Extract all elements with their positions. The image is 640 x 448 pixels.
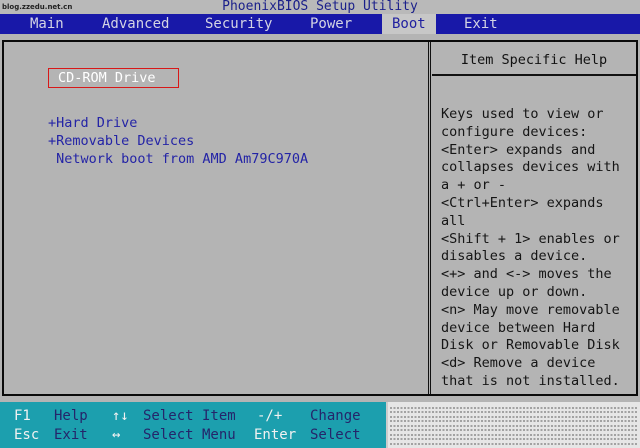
help-line: <+> and <-> moves the (441, 266, 612, 283)
boot-item-removable-devices[interactable]: +Removable Devices (48, 132, 194, 150)
panel-divider (428, 42, 431, 394)
help-line: <Enter> expands and (441, 141, 596, 158)
key-legend-footer: F1 Help ↑↓ Select Item -/+ Change Esc Ex… (0, 402, 640, 448)
help-line: that is not installed. (441, 372, 620, 389)
main-panel: CD-ROM Drive +Hard Drive +Removable Devi… (2, 40, 638, 396)
help-header: Item Specific Help (432, 42, 636, 76)
plusminus-desc: Change (310, 408, 361, 424)
help-line: <d> Remove a device (441, 355, 596, 372)
help-line: device up or down. (441, 283, 588, 300)
help-line: Keys used to view or (441, 106, 604, 122)
menu-bar: Main Advanced Security Power Boot Exit (0, 14, 640, 34)
menu-main[interactable]: Main (22, 14, 70, 34)
help-line: <Shift + 1> enables or (441, 230, 620, 247)
help-line: a + or - (441, 177, 507, 194)
watermark: blog.zzedu.net.cn (2, 3, 73, 11)
menu-security[interactable]: Security (197, 14, 281, 34)
leftright-desc: Select Menu (143, 427, 236, 443)
menu-boot[interactable]: Boot (382, 14, 436, 34)
menu-power[interactable]: Power (304, 14, 364, 34)
esc-desc: Exit (54, 427, 88, 443)
boot-item-network[interactable]: Network boot from AMD Am79C970A (48, 150, 308, 168)
help-line: configure devices: (441, 123, 588, 140)
enter-desc: Select (310, 427, 361, 443)
title-text: PhoenixBIOS Setup Utility (222, 0, 418, 14)
updown-desc: Select Item (143, 408, 236, 424)
boot-item-cdrom[interactable]: CD-ROM Drive (48, 68, 179, 88)
updown-arrows-icon: ↑↓ (112, 408, 129, 424)
garbled-text-pane (386, 402, 640, 448)
menu-advanced[interactable]: Advanced (96, 14, 176, 34)
leftright-arrows-icon: ↔ (112, 427, 121, 443)
help-line: <Ctrl+Enter> expands (441, 194, 604, 211)
esc-key: Esc (14, 427, 40, 443)
help-line: disables a device. (441, 248, 588, 265)
boot-item-hard-drive[interactable]: +Hard Drive (48, 114, 137, 132)
window-title: PhoenixBIOS Setup Utility (0, 0, 640, 14)
f1-key: F1 (14, 408, 31, 424)
help-line: all (441, 212, 466, 229)
help-line: device between Hard (441, 319, 596, 336)
plusminus-sym: -/+ (257, 408, 283, 424)
help-line: collapses devices with (441, 159, 620, 176)
menu-exit[interactable]: Exit (456, 14, 504, 34)
garbled-text-icon (390, 407, 638, 445)
help-line: <n> May move removable (441, 301, 620, 318)
help-text: Keys used to view or configure devices: … (441, 106, 635, 391)
help-line: Disk or Removable Disk (441, 337, 620, 354)
f1-desc: Help (54, 408, 88, 424)
enter-key: Enter (254, 427, 297, 443)
